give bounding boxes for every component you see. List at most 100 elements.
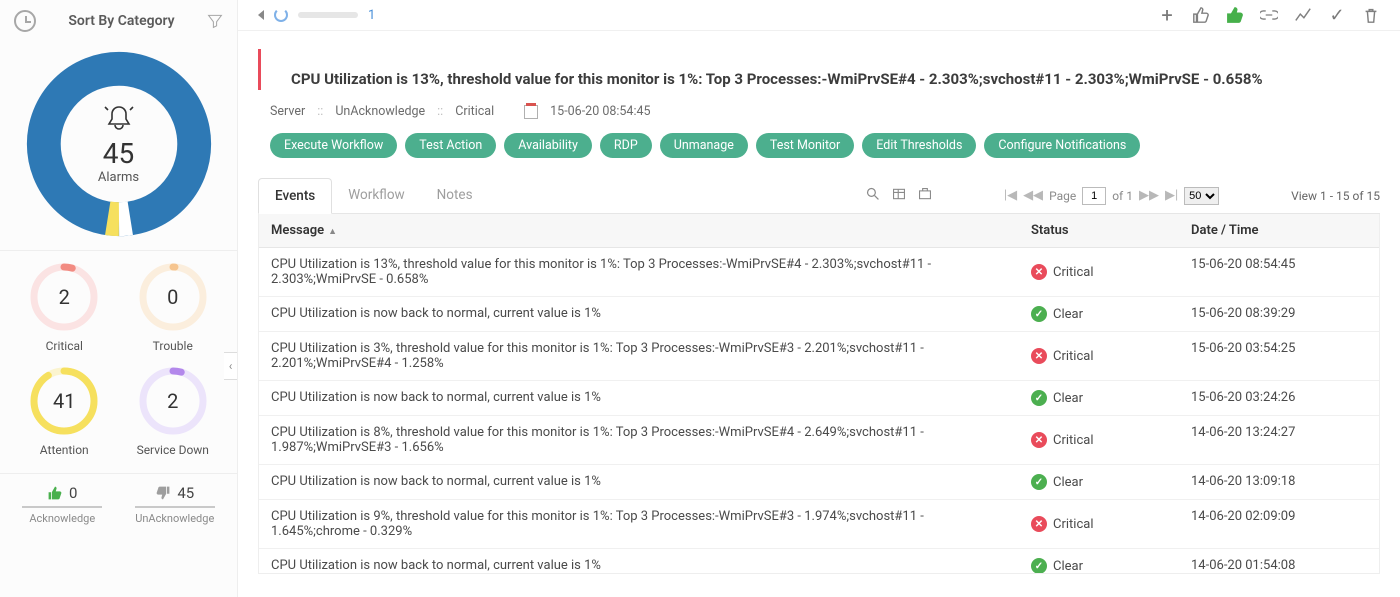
alarm-detail-pane: 1 + ✓ (238, 0, 1400, 597)
alarm-severity: Critical (455, 104, 494, 119)
clear-icon: ✓ (1031, 390, 1047, 406)
cell-date: 15-06-20 08:54:45 (1179, 248, 1379, 296)
alarm-total-donut[interactable]: 45 Alarms (0, 42, 237, 250)
graph-icon[interactable] (1294, 6, 1312, 24)
cell-date: 14-06-20 13:09:18 (1179, 465, 1379, 499)
unacknowledge-count[interactable]: 45 UnAcknowledge (119, 484, 232, 525)
critical-icon: ✕ (1031, 516, 1047, 532)
calendar-icon (524, 105, 538, 119)
acknowledge-count[interactable]: 0 Acknowledge (6, 484, 119, 525)
cell-status: ✕ Critical (1019, 500, 1179, 548)
alarm-ack-state: UnAcknowledge (335, 104, 425, 119)
alarms-sidebar: Sort By Category 45 Alarms (0, 0, 238, 597)
cell-status: ✓ Clear (1019, 549, 1179, 574)
table-row[interactable]: CPU Utilization is now back to normal, c… (259, 381, 1379, 416)
pager-page-input[interactable] (1082, 187, 1106, 205)
cell-status: ✕ Critical (1019, 248, 1179, 296)
alarm-count-value: 45 (103, 137, 134, 170)
sort-asc-icon: ▲ (328, 227, 337, 237)
search-icon[interactable] (866, 187, 880, 204)
table-row[interactable]: CPU Utilization is 3%, threshold value f… (259, 332, 1379, 381)
action-availability[interactable]: Availability (504, 133, 592, 158)
bell-icon (103, 103, 135, 135)
loading-spinner-icon (274, 8, 288, 22)
critical-icon: ✕ (1031, 348, 1047, 364)
action-configure notifications[interactable]: Configure Notifications (984, 133, 1140, 158)
pager-last-icon[interactable]: ▶| (1165, 188, 1178, 203)
table-row[interactable]: CPU Utilization is now back to normal, c… (259, 297, 1379, 332)
loading-progress (298, 12, 358, 18)
cell-date: 15-06-20 08:39:29 (1179, 297, 1379, 331)
action-unmanage[interactable]: Unmanage (660, 133, 748, 158)
alarm-count-label: Alarms (98, 170, 139, 185)
cell-date: 14-06-20 02:09:09 (1179, 500, 1379, 548)
action-edit thresholds[interactable]: Edit Thresholds (862, 133, 976, 158)
thumbs-up-outline-icon[interactable] (1192, 6, 1210, 24)
tab-notes[interactable]: Notes (421, 178, 489, 213)
clear-icon: ✓ (1031, 306, 1047, 322)
alarm-source: Server (270, 104, 305, 119)
cell-status: ✓ Clear (1019, 381, 1179, 415)
tab-workflow[interactable]: Workflow (332, 178, 420, 213)
pager-view-label: View 1 - 15 of 15 (1291, 189, 1380, 203)
cell-date: 15-06-20 03:24:26 (1179, 381, 1379, 415)
cell-date: 14-06-20 01:54:08 (1179, 549, 1379, 574)
filter-icon[interactable] (207, 13, 223, 29)
pager-size-select[interactable]: 50 (1184, 187, 1219, 205)
cell-status: ✓ Clear (1019, 465, 1179, 499)
cell-status: ✕ Critical (1019, 416, 1179, 464)
add-icon[interactable]: + (1158, 6, 1176, 24)
cell-message: CPU Utilization is 9%, threshold value f… (259, 500, 1019, 548)
pager-prev-icon[interactable]: ◀◀ (1023, 188, 1043, 203)
cell-date: 14-06-20 13:24:27 (1179, 416, 1379, 464)
action-test action[interactable]: Test Action (405, 133, 496, 158)
col-header-date[interactable]: Date / Time (1179, 214, 1379, 247)
sort-by-dropdown[interactable]: Sort By Category (36, 13, 207, 29)
cell-message: CPU Utilization is now back to normal, c… (259, 549, 1019, 574)
action-test monitor[interactable]: Test Monitor (756, 133, 854, 158)
tab-events[interactable]: Events (258, 178, 332, 214)
mini-donut-service down[interactable]: 2 Service Down (119, 359, 228, 463)
alarm-datetime: 15-06-20 08:54:45 (550, 104, 650, 119)
clear-icon: ✓ (1031, 474, 1047, 490)
cell-status: ✕ Critical (1019, 332, 1179, 380)
mini-donut-attention[interactable]: 41 Attention (10, 359, 119, 463)
table-row[interactable]: CPU Utilization is now back to normal, c… (259, 465, 1379, 500)
loading-count: 1 (368, 8, 375, 23)
critical-icon: ✕ (1031, 264, 1047, 280)
cell-status: ✓ Clear (1019, 297, 1179, 331)
critical-icon: ✕ (1031, 432, 1047, 448)
table-row[interactable]: CPU Utilization is now back to normal, c… (259, 549, 1379, 574)
trash-icon[interactable] (1362, 6, 1380, 24)
back-arrow-icon[interactable] (258, 10, 264, 20)
col-header-status[interactable]: Status (1019, 214, 1179, 247)
col-header-message[interactable]: Message▲ (259, 214, 1019, 247)
mini-donut-trouble[interactable]: 0 Trouble (119, 255, 228, 359)
cell-message: CPU Utilization is now back to normal, c… (259, 465, 1019, 499)
clear-icon: ✓ (1031, 558, 1047, 574)
table-row[interactable]: CPU Utilization is 8%, threshold value f… (259, 416, 1379, 465)
action-execute workflow[interactable]: Execute Workflow (270, 133, 397, 158)
mini-donut-critical[interactable]: 2 Critical (10, 255, 119, 359)
pager-next-icon[interactable]: ▶▶ (1139, 188, 1159, 203)
thumbs-up-filled-icon[interactable] (1226, 6, 1244, 24)
thumbs-up-icon (47, 485, 63, 501)
cell-message: CPU Utilization is 3%, threshold value f… (259, 332, 1019, 380)
check-icon[interactable]: ✓ (1328, 6, 1346, 24)
thumbs-down-icon (155, 485, 171, 501)
columns-icon[interactable] (892, 187, 906, 204)
link-icon[interactable] (1260, 6, 1278, 24)
export-icon[interactable] (918, 187, 932, 204)
cell-message: CPU Utilization is now back to normal, c… (259, 297, 1019, 331)
table-row[interactable]: CPU Utilization is 9%, threshold value f… (259, 500, 1379, 549)
action-rdp[interactable]: RDP (600, 133, 652, 158)
cell-date: 15-06-20 03:54:25 (1179, 332, 1379, 380)
cell-message: CPU Utilization is 13%, threshold value … (259, 248, 1019, 296)
pager-first-icon[interactable]: |◀ (1004, 188, 1017, 203)
cell-message: CPU Utilization is now back to normal, c… (259, 381, 1019, 415)
cell-message: CPU Utilization is 8%, threshold value f… (259, 416, 1019, 464)
sidebar-collapse-handle[interactable]: ‹ (224, 352, 238, 380)
clock-icon (14, 10, 36, 32)
table-row[interactable]: CPU Utilization is 13%, threshold value … (259, 248, 1379, 297)
alarm-title: CPU Utilization is 13%, threshold value … (291, 69, 1370, 90)
